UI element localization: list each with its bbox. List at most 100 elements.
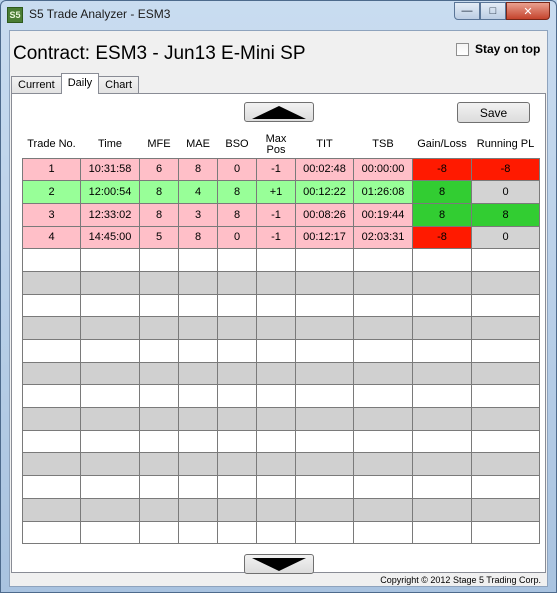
empty-row <box>22 407 540 431</box>
empty-cell <box>217 339 257 363</box>
tab-strip: Current Daily Chart <box>11 73 140 94</box>
stay-on-top-label[interactable]: Stay on top <box>475 42 540 56</box>
empty-cell <box>80 429 140 454</box>
empty-cell <box>139 452 179 477</box>
empty-cell <box>139 339 179 363</box>
empty-row <box>22 293 540 318</box>
cell-max-pos: -1 <box>256 202 296 227</box>
cell-trade-no: 2 <box>22 180 81 204</box>
empty-cell <box>217 361 257 386</box>
empty-cell <box>139 248 179 272</box>
empty-cell <box>178 248 218 272</box>
empty-cell <box>178 497 218 522</box>
app-window: S5 S5 Trade Analyzer - ESM3 — □ ✕ Contra… <box>0 0 557 593</box>
empty-cell <box>471 316 540 340</box>
empty-cell <box>353 248 413 272</box>
tab-daily[interactable]: Daily <box>60 73 100 94</box>
empty-cell <box>295 270 354 295</box>
empty-cell <box>139 475 179 499</box>
trades-table: Trade No. Time MFE MAE BSO Max Pos TIT T… <box>22 132 540 545</box>
empty-cell <box>295 293 354 318</box>
empty-cell <box>217 429 257 454</box>
empty-cell <box>295 452 354 477</box>
empty-cell <box>471 475 540 499</box>
table-row[interactable]: 2 12:00:54 8 4 8 +1 00:12:22 01:26:08 8 0 <box>22 180 540 204</box>
empty-cell <box>178 270 218 295</box>
cell-time: 12:00:54 <box>80 180 140 204</box>
empty-cell <box>217 248 257 272</box>
cell-max-pos: -1 <box>256 157 296 182</box>
minimize-icon: — <box>461 5 473 17</box>
client-area: Contract: ESM3 - Jun13 E-Mini SP Stay on… <box>9 30 548 587</box>
empty-row <box>22 475 540 499</box>
empty-cell <box>80 497 140 522</box>
col-time: Time <box>97 138 123 151</box>
empty-cell <box>22 316 81 340</box>
empty-cell <box>178 316 218 340</box>
empty-cell <box>353 361 413 386</box>
empty-cell <box>295 384 354 409</box>
empty-cell <box>412 497 472 522</box>
col-max-pos: Max Pos <box>265 132 287 156</box>
cell-tit: 00:08:26 <box>295 202 354 227</box>
table-row[interactable]: 3 12:33:02 8 3 8 -1 00:08:26 00:19:44 8 8 <box>22 202 540 227</box>
table-body: 1 10:31:58 6 8 0 -1 00:02:48 00:00:00 -8 -8 2 12:00… <box>22 157 540 545</box>
empty-cell <box>256 248 296 272</box>
empty-cell <box>412 407 472 431</box>
cell-running-pl: -8 <box>471 157 540 182</box>
cell-time: 10:31:58 <box>80 157 140 182</box>
scroll-down-button[interactable] <box>244 554 314 574</box>
empty-cell <box>256 475 296 499</box>
cell-gain-loss: 8 <box>412 202 472 227</box>
cell-trade-no: 4 <box>22 225 81 250</box>
title-bar[interactable]: S5 S5 Trade Analyzer - ESM3 — □ ✕ <box>1 1 556 29</box>
close-button[interactable]: ✕ <box>506 2 550 20</box>
empty-cell <box>80 407 140 431</box>
empty-cell <box>295 407 354 431</box>
empty-cell <box>471 270 540 295</box>
empty-cell <box>22 248 81 272</box>
cell-time: 14:45:00 <box>80 225 140 250</box>
empty-cell <box>217 293 257 318</box>
cell-tit: 00:12:17 <box>295 225 354 250</box>
col-running-pl: Running PL <box>476 138 535 151</box>
empty-cell <box>471 407 540 431</box>
empty-cell <box>217 270 257 295</box>
cell-running-pl: 0 <box>471 225 540 250</box>
cell-tsb: 00:19:44 <box>353 202 413 227</box>
empty-cell <box>22 270 81 295</box>
minimize-button[interactable]: — <box>454 2 480 20</box>
empty-row <box>22 361 540 386</box>
empty-row <box>22 316 540 340</box>
empty-cell <box>471 293 540 318</box>
maximize-button[interactable]: □ <box>480 2 506 20</box>
col-gain-loss: Gain/Loss <box>417 138 467 151</box>
empty-cell <box>256 339 296 363</box>
empty-cell <box>256 384 296 409</box>
empty-row <box>22 429 540 454</box>
stay-on-top-checkbox[interactable] <box>456 42 469 56</box>
empty-cell <box>471 452 540 477</box>
empty-cell <box>80 361 140 386</box>
col-mfe: MFE <box>147 138 171 151</box>
table-row[interactable]: 4 14:45:00 5 8 0 -1 00:12:17 02:03:31 -8 0 <box>22 225 540 250</box>
empty-cell <box>256 429 296 454</box>
cell-bso: 0 <box>217 225 257 250</box>
empty-cell <box>139 497 179 522</box>
contract-title: Contract: ESM3 - Jun13 E-Mini SP <box>13 43 306 64</box>
stay-on-top-option[interactable]: Stay on top <box>456 42 540 56</box>
tab-chart[interactable]: Chart <box>98 76 140 94</box>
empty-cell <box>178 452 218 477</box>
empty-cell <box>412 361 472 386</box>
save-button[interactable]: Save <box>457 102 530 123</box>
empty-cell <box>139 407 179 431</box>
empty-cell <box>256 293 296 318</box>
empty-cell <box>22 293 81 318</box>
empty-cell <box>353 452 413 477</box>
tab-current[interactable]: Current <box>11 76 62 94</box>
table-header: Trade No. Time MFE MAE BSO Max Pos TIT T… <box>23 132 540 158</box>
scroll-up-button[interactable] <box>244 102 314 122</box>
col-tsb: TSB <box>372 138 394 151</box>
empty-cell <box>471 339 540 363</box>
table-row[interactable]: 1 10:31:58 6 8 0 -1 00:02:48 00:00:00 -8 -8 <box>22 157 540 182</box>
